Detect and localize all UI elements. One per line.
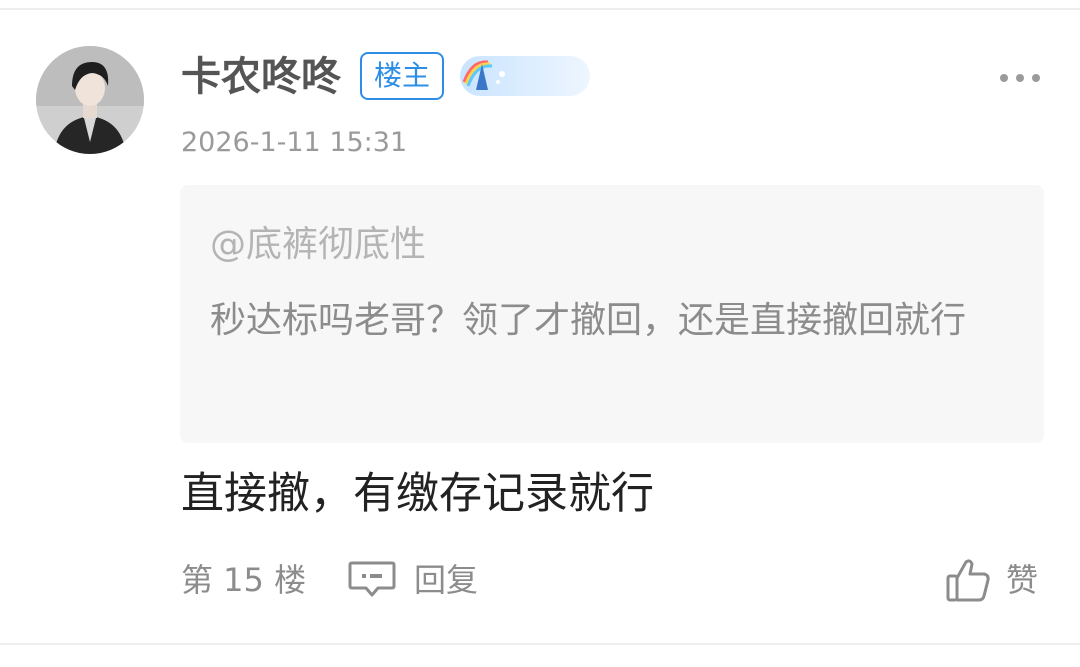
divider-top <box>0 8 1080 10</box>
reply-button[interactable]: 回复 <box>348 556 478 604</box>
floor-number: 第 15 楼 <box>181 561 307 599</box>
op-badge: 楼主 <box>360 52 444 100</box>
quote-text: 秒达标吗老哥？领了才撤回，还是直接撤回就行 <box>210 300 967 341</box>
avatar-image <box>36 46 144 154</box>
quoted-comment[interactable]: @底裤彻底性 秒达标吗老哥？领了才撤回，还是直接撤回就行 <box>180 185 1044 443</box>
post-timestamp: 2026-1-11 15:31 <box>181 127 408 158</box>
like-button[interactable]: 赞 <box>944 554 1038 606</box>
quote-mention[interactable]: @底裤彻底性 <box>210 221 426 269</box>
username[interactable]: 卡农咚咚 <box>181 49 341 105</box>
like-label: 赞 <box>1006 561 1039 599</box>
thumbs-up-icon <box>946 559 990 602</box>
reply-body: 直接撤，有缴存记录就行 <box>181 469 654 519</box>
comment-bubble-icon <box>348 561 396 597</box>
divider-bottom <box>0 643 1080 645</box>
reply-label: 回复 <box>414 561 479 599</box>
more-dots-icon[interactable] <box>1000 66 1040 90</box>
level-badge <box>458 52 592 100</box>
post-item: 卡农咚咚 楼主 2026-1-11 15:31 @底裤彻底性 秒达标吗老哥？领了… <box>0 0 1080 667</box>
avatar[interactable] <box>36 46 144 154</box>
